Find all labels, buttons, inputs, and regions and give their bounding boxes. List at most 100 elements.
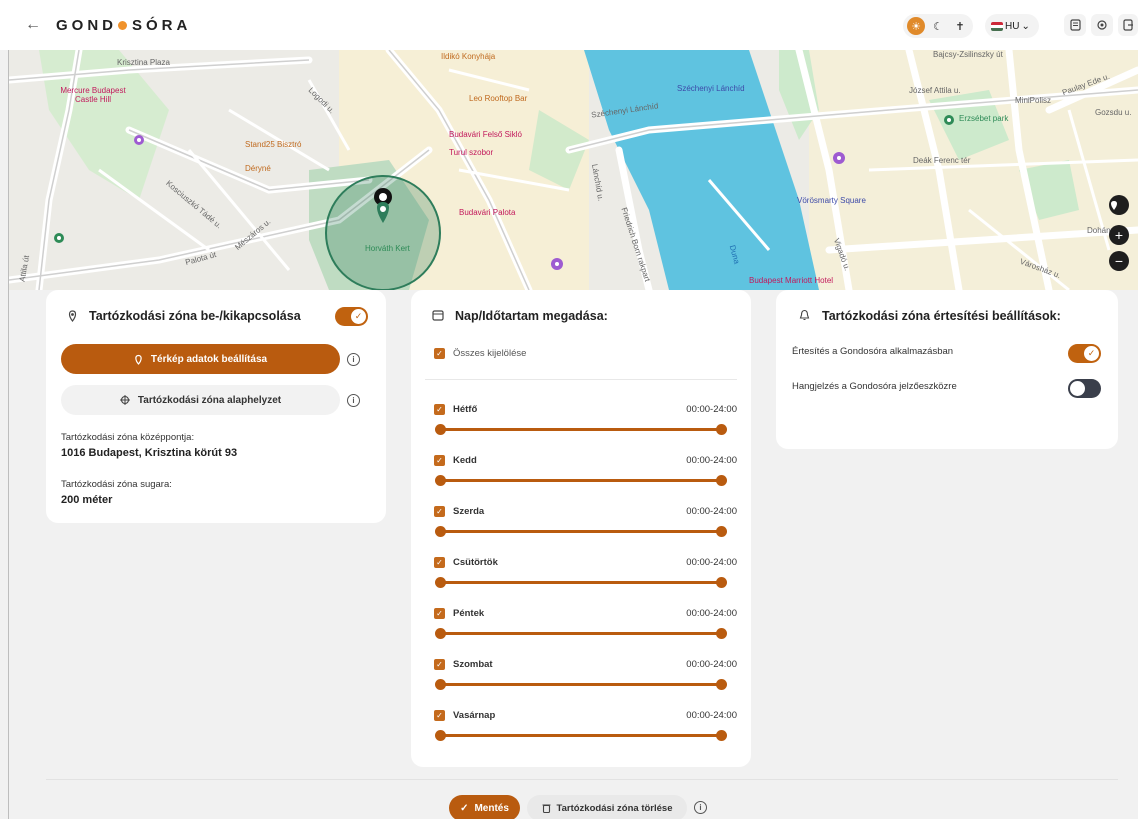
day-label: Vasárnap [453, 710, 496, 721]
select-all-label: Összes kijelölése [453, 348, 527, 359]
footer-divider [46, 779, 1118, 780]
select-all-checkbox[interactable]: ✓ [434, 348, 445, 359]
slider-track [440, 428, 722, 431]
notification-card: Tartózkodási zóna értesítési beállítások… [776, 290, 1118, 449]
day-checkbox[interactable]: ✓ [434, 659, 445, 670]
map-label-bajcsy: Bajcsy-Zsilinszky út [933, 50, 1003, 59]
delete-zone-button[interactable]: Tartózkodási zóna törlése [527, 795, 687, 819]
sun-icon[interactable]: ☀ [907, 17, 925, 35]
zone-enable-toggle[interactable]: ✓ [335, 307, 368, 326]
day-time-range: 00:00-24:00 [686, 557, 737, 568]
slider-start-handle[interactable] [435, 475, 446, 486]
map-label-deak: Deák Ferenc tér [913, 156, 971, 165]
zone-reset-button[interactable]: Tartózkodási zóna alaphelyzet [61, 385, 340, 415]
map-label-gozsdu: Gozsdu u. [1095, 108, 1132, 117]
logout-icon[interactable] [1118, 14, 1138, 36]
zoom-in-icon[interactable]: + [1109, 225, 1129, 245]
day-time-slider[interactable] [435, 526, 727, 537]
slider-start-handle[interactable] [435, 577, 446, 588]
day-label: Csütörtök [453, 557, 498, 568]
slider-end-handle[interactable] [716, 424, 727, 435]
day-checkbox[interactable]: ✓ [434, 404, 445, 415]
zoom-out-icon[interactable]: − [1109, 251, 1129, 271]
map-label-leo: Leo Rooftop Bar [469, 94, 528, 103]
slider-start-handle[interactable] [435, 424, 446, 435]
zone-reset-label: Tartózkodási zóna alaphelyzet [137, 394, 282, 406]
slider-track [440, 581, 722, 584]
info-icon[interactable]: i [694, 801, 707, 814]
day-time-slider[interactable] [435, 679, 727, 690]
day-time-slider[interactable] [435, 730, 727, 741]
slider-end-handle[interactable] [716, 577, 727, 588]
day-time-slider[interactable] [435, 628, 727, 639]
slider-end-handle[interactable] [716, 679, 727, 690]
day-time-range: 00:00-24:00 [686, 710, 737, 721]
trash-icon [542, 804, 551, 813]
zone-radius-label: Tartózkodási zóna sugara: [61, 479, 172, 490]
divider [425, 379, 737, 380]
language-code: HU [1005, 20, 1020, 32]
info-icon[interactable]: i [347, 394, 360, 407]
day-time-slider[interactable] [435, 475, 727, 486]
save-button[interactable]: ✓ Mentés [449, 795, 520, 819]
day-label: Szerda [453, 506, 485, 517]
day-time-slider[interactable] [435, 577, 727, 588]
map-canvas [9, 50, 1138, 290]
slider-end-handle[interactable] [716, 628, 727, 639]
zone-center-value: 1016 Budapest, Krisztina körút 93 [61, 447, 238, 459]
day-time-range: 00:00-24:00 [686, 659, 737, 670]
device-sound-toggle[interactable] [1068, 379, 1101, 398]
zone-map[interactable]: Krisztina Plaza Mercure Budapest Castle … [9, 50, 1138, 290]
map-label-ildiko: Ildikó Konyhája [441, 52, 496, 61]
slider-start-handle[interactable] [435, 628, 446, 639]
device-sound-label: Hangjelzés a Gondosóra jelzőeszközre [792, 381, 957, 392]
app-notification-toggle[interactable]: ✓ [1068, 344, 1101, 363]
day-checkbox[interactable]: ✓ [434, 710, 445, 721]
contrast-icon[interactable]: ✝ [951, 17, 969, 35]
info-icon[interactable]: i [347, 353, 360, 366]
slider-end-handle[interactable] [716, 526, 727, 537]
day-label: Péntek [453, 608, 485, 619]
bell-icon [799, 309, 810, 320]
chevron-down-icon: ⌄ [1021, 20, 1030, 32]
settings-icon[interactable] [1091, 14, 1113, 36]
map-label-turul: Turul szobor [449, 148, 494, 157]
map-label-jozsef-attila: József Attila u. [909, 86, 961, 95]
map-label-krisztina-plaza: Krisztina Plaza [117, 58, 170, 67]
slider-track [440, 683, 722, 686]
check-icon: ✓ [1084, 346, 1099, 361]
logo-text-left: GOND [56, 17, 117, 34]
map-settings-button[interactable]: Térkép adatok beállítása [61, 344, 340, 374]
schedule-card-title: Nap/Időtartam megadása: [455, 309, 608, 323]
day-time-slider[interactable] [435, 424, 727, 435]
slider-end-handle[interactable] [716, 475, 727, 486]
map-label-horvath-kert: Horváth Kert [365, 244, 410, 253]
slider-start-handle[interactable] [435, 730, 446, 741]
moon-icon[interactable]: ☾ [929, 17, 947, 35]
location-pin-icon[interactable] [1109, 195, 1129, 215]
notification-card-title: Tartózkodási zóna értesítési beállítások… [822, 309, 1061, 323]
day-checkbox[interactable]: ✓ [434, 506, 445, 517]
day-checkbox[interactable]: ✓ [434, 455, 445, 466]
slider-end-handle[interactable] [716, 730, 727, 741]
document-icon[interactable] [1064, 14, 1086, 36]
map-label-erzsebet-park: Erzsébet park [959, 114, 1009, 123]
day-checkbox[interactable]: ✓ [434, 608, 445, 619]
location-pin-icon [68, 310, 77, 322]
language-select[interactable]: HU ⌄ [985, 14, 1039, 38]
slider-track [440, 632, 722, 635]
slider-start-handle[interactable] [435, 679, 446, 690]
back-arrow-icon[interactable]: ← [22, 14, 44, 36]
day-time-range: 00:00-24:00 [686, 404, 737, 415]
map-label-budavari-palota: Budavári Palota [459, 208, 516, 217]
save-label: Mentés [474, 802, 509, 814]
slider-start-handle[interactable] [435, 526, 446, 537]
day-label: Szombat [453, 659, 493, 670]
map-label-szechenyi: Széchenyi Lánchíd [677, 84, 745, 93]
map-label-mercure: Mercure Budapest Castle Hill [60, 86, 126, 104]
map-label-budavari-siklo: Budavári Felső Sikló [449, 130, 522, 139]
hungarian-flag-icon [991, 21, 1003, 31]
slider-track [440, 530, 722, 533]
day-checkbox[interactable]: ✓ [434, 557, 445, 568]
top-bar: ← GOND SÓRA ☀ ☾ ✝ HU ⌄ [0, 0, 1138, 50]
